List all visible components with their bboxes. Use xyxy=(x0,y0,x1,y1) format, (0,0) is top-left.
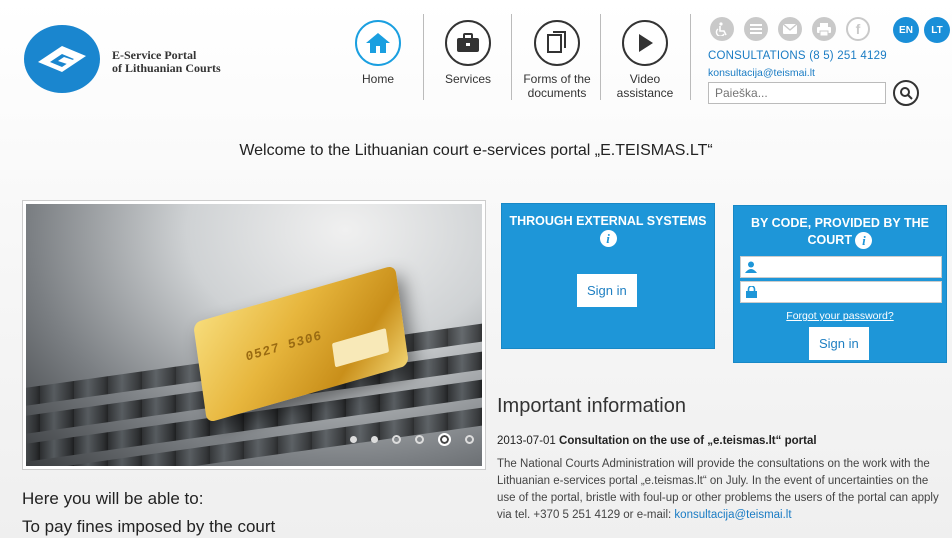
nav-forms-label-line-1: Forms of the xyxy=(523,72,591,86)
search-icon xyxy=(900,87,913,100)
card-signature-strip xyxy=(331,328,390,368)
nav-divider xyxy=(423,14,424,100)
nav-divider xyxy=(600,14,601,100)
carousel-dot[interactable] xyxy=(415,435,424,444)
code-title-line-2-row: COURT i xyxy=(734,232,946,250)
news-headline-row: 2013-07-01 Consultation on the use of „e… xyxy=(497,435,817,447)
lang-en-button[interactable]: EN xyxy=(893,17,919,43)
consultations-phone: CONSULTATIONS (8 5) 251 4129 xyxy=(708,50,887,62)
carousel-dot[interactable] xyxy=(350,436,357,443)
nav-video-label: Video assistance xyxy=(612,72,678,100)
briefcase-icon xyxy=(445,20,491,66)
external-title-text: THROUGH EXTERNAL SYSTEMS xyxy=(509,214,707,228)
news-headline[interactable]: Consultation on the use of „e.teismas.lt… xyxy=(559,435,817,447)
nav-home-label: Home xyxy=(361,72,394,86)
list-icon[interactable] xyxy=(744,17,768,41)
username-input[interactable] xyxy=(761,257,941,277)
password-input[interactable] xyxy=(761,282,941,302)
info-icon[interactable]: i xyxy=(855,232,873,250)
intro-item: To pay fines imposed by the court xyxy=(22,517,276,536)
nav-home[interactable]: Home xyxy=(352,20,404,86)
nav-video[interactable]: Video assistance xyxy=(612,20,678,100)
nav-forms-label-line-2: documents xyxy=(527,86,587,100)
card-number: 0527 5306 xyxy=(244,327,324,365)
documents-icon xyxy=(534,20,580,66)
news-body: The National Courts Administration will … xyxy=(497,456,949,524)
external-signin-panel: THROUGH EXTERNAL SYSTEMS i Sign in xyxy=(501,203,715,349)
nav-forms-label: Forms of the documents xyxy=(518,72,596,100)
facebook-icon[interactable]: f xyxy=(846,17,870,41)
code-title-line-2: COURT xyxy=(807,233,852,247)
news-email-link[interactable]: konsultacija@teismai.lt xyxy=(674,509,791,521)
home-icon xyxy=(355,20,401,66)
carousel-dot[interactable] xyxy=(371,436,378,443)
code-signin-title: BY CODE, PROVIDED BY THE COURT i xyxy=(734,206,946,250)
news-date: 2013-07-01 xyxy=(497,435,556,447)
nav-services-label: Services xyxy=(444,72,491,86)
nav-services[interactable]: Services xyxy=(440,20,496,86)
email-icon[interactable] xyxy=(778,17,802,41)
welcome-text: Welcome to the Lithuanian court e-servic… xyxy=(239,142,713,159)
external-signin-title: THROUGH EXTERNAL SYSTEMS i xyxy=(502,204,714,248)
important-info-title: Important information xyxy=(497,395,686,417)
logo-text: E-Service Portal of Lithuanian Courts xyxy=(112,49,221,75)
nav-video-label-line-2: assistance xyxy=(616,86,674,100)
lang-lt-button[interactable]: LT xyxy=(924,17,950,43)
consultations-email[interactable]: konsultacija@teismai.lt xyxy=(708,67,815,79)
search-input[interactable] xyxy=(708,82,886,104)
carousel-dot[interactable] xyxy=(438,433,451,446)
code-signin-panel: BY CODE, PROVIDED BY THE COURT i Forgot … xyxy=(733,205,947,363)
print-icon[interactable] xyxy=(812,17,836,41)
nav-video-label-line-1: Video xyxy=(629,72,661,86)
intro-heading: Here you will be able to: xyxy=(22,489,204,508)
nav-divider xyxy=(511,14,512,100)
carousel-slide-image: 0527 5306 xyxy=(26,204,482,466)
logo-line-2: of Lithuanian Courts xyxy=(112,61,221,75)
code-title-line-1: BY CODE, PROVIDED BY THE xyxy=(750,216,930,230)
carousel-dots xyxy=(350,433,474,446)
search-button[interactable] xyxy=(893,80,919,106)
nav-divider xyxy=(690,14,691,100)
forgot-password-link[interactable]: Forgot your password? xyxy=(734,310,946,322)
code-signin-button[interactable]: Sign in xyxy=(809,327,869,360)
accessibility-icon[interactable] xyxy=(710,17,734,41)
user-icon xyxy=(741,261,761,273)
portal-logo[interactable] xyxy=(22,24,102,94)
info-icon[interactable]: i xyxy=(599,230,617,248)
username-field[interactable] xyxy=(740,256,942,278)
password-field[interactable] xyxy=(740,281,942,303)
carousel-dot[interactable] xyxy=(465,435,474,444)
nav-forms[interactable]: Forms of the documents xyxy=(518,20,596,100)
lock-icon xyxy=(741,286,761,298)
external-signin-button[interactable]: Sign in xyxy=(577,274,637,307)
carousel-dot[interactable] xyxy=(392,435,401,444)
image-carousel[interactable]: 0527 5306 xyxy=(22,200,486,470)
play-icon xyxy=(622,20,668,66)
